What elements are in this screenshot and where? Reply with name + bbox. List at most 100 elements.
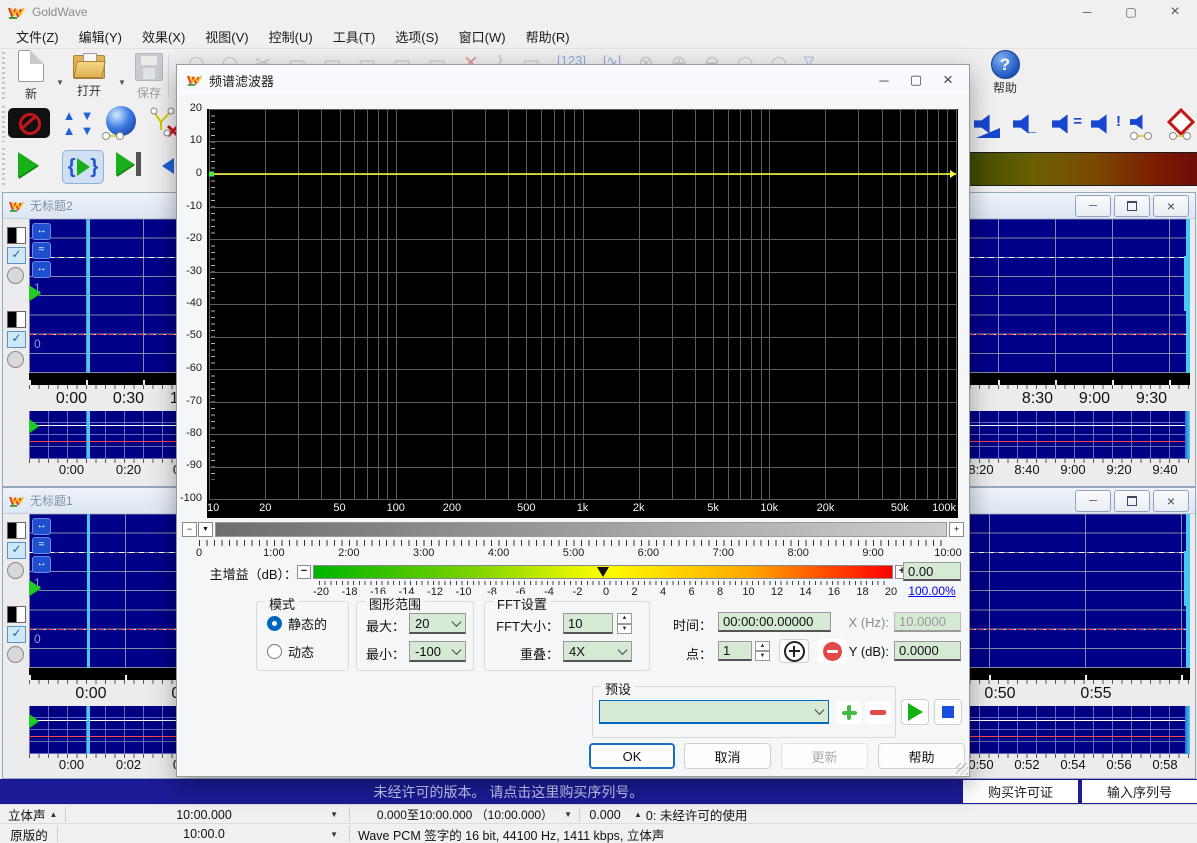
sphere-effect-button[interactable] xyxy=(106,106,136,136)
scrollbar-dropdown-button[interactable]: ▼ xyxy=(198,522,213,537)
play-button[interactable] xyxy=(18,152,38,178)
dialog-help-button[interactable]: 帮助 xyxy=(878,743,965,769)
contrast-icon[interactable] xyxy=(7,311,26,328)
speaker-corner-button[interactable]: ∟ xyxy=(1013,112,1041,138)
channel1-radio[interactable] xyxy=(7,267,24,284)
status-channel[interactable]: 立体声▲ xyxy=(0,805,66,824)
contrast-icon[interactable] xyxy=(7,606,26,623)
playback-marker-icon[interactable] xyxy=(29,285,41,301)
selection-handles[interactable]: ↔ ≈ ↔ xyxy=(32,518,51,573)
filter-plot-area[interactable] xyxy=(209,109,956,499)
fft-size-spinner[interactable]: ▲▼ xyxy=(617,613,632,634)
channel0-checkbox[interactable]: ✓ xyxy=(7,626,26,643)
hstretch-handle-icon[interactable]: ↔ xyxy=(32,518,51,535)
scrollbar-thumb[interactable] xyxy=(215,522,947,537)
enter-serial-button[interactable]: 输入序列号 xyxy=(1082,780,1197,803)
help-button[interactable]: ? 帮助 xyxy=(982,50,1028,102)
gain-value-field[interactable]: 0.00 xyxy=(903,562,961,581)
preset-combobox[interactable] xyxy=(599,700,829,724)
hstretch-handle-icon[interactable]: ↔ xyxy=(32,261,51,278)
adjust-updown-button[interactable]: ▲▼▲▼ xyxy=(58,108,98,138)
rewind-button[interactable] xyxy=(162,158,174,174)
menu-item[interactable]: 编辑(Y) xyxy=(69,24,132,49)
window-close-button[interactable]: × xyxy=(1153,490,1189,512)
hstretch-handle-icon[interactable]: ↔ xyxy=(32,223,51,240)
y-db-field[interactable]: 0.0000 xyxy=(894,641,961,661)
open-dropdown-icon[interactable]: ▼ xyxy=(118,78,126,87)
wave-handle-icon[interactable]: ≈ xyxy=(32,537,51,554)
speaker-exclaim-button[interactable]: ! xyxy=(1091,112,1119,138)
gain-slider-thumb-icon[interactable] xyxy=(597,567,609,577)
dialog-maximize-button[interactable]: ▢ xyxy=(901,69,931,91)
window-minimize-button[interactable]: ─ xyxy=(1075,490,1111,512)
preview-stop-button[interactable] xyxy=(934,699,962,725)
prohibit-button[interactable] xyxy=(8,108,50,138)
fft-overlap-combobox[interactable]: 4X xyxy=(563,641,632,662)
dialog-close-button[interactable]: × xyxy=(933,69,963,91)
menu-item[interactable]: 帮助(R) xyxy=(516,24,580,49)
channel0-checkbox[interactable]: ✓ xyxy=(7,331,26,348)
status-position[interactable]: 0.000 xyxy=(580,805,630,824)
selection-handles[interactable]: ↔ ≈ ↔ xyxy=(32,223,51,278)
new-dropdown-icon[interactable]: ▼ xyxy=(56,78,64,87)
wave-handle-icon[interactable]: ≈ xyxy=(32,242,51,259)
menu-item[interactable]: 窗口(W) xyxy=(449,24,516,49)
channel1-checkbox[interactable]: ✓ xyxy=(7,247,26,264)
playback-marker-icon[interactable] xyxy=(29,580,41,596)
channel1-checkbox[interactable]: ✓ xyxy=(7,542,26,559)
gain-minus-button[interactable]: − xyxy=(297,565,311,579)
selection-start-marker[interactable] xyxy=(87,219,90,373)
gain-percent-link[interactable]: 100.00% xyxy=(903,584,961,598)
menu-item[interactable]: 工具(T) xyxy=(323,24,386,49)
fft-size-field[interactable]: 10 xyxy=(563,613,613,634)
gain-slider[interactable] xyxy=(313,565,893,579)
preview-play-button[interactable] xyxy=(901,699,929,725)
menu-item[interactable]: 视图(V) xyxy=(195,24,258,49)
app-maximize-button[interactable]: ▢ xyxy=(1109,0,1153,24)
zoom-in-button[interactable]: + xyxy=(949,522,964,537)
buy-license-button[interactable]: 购买许可证 xyxy=(963,780,1078,803)
status-length[interactable]: 10:00.000 ▼ xyxy=(58,805,350,824)
open-button[interactable]: 打开 xyxy=(66,50,112,104)
menu-item[interactable]: 控制(U) xyxy=(259,24,323,49)
contrast-icon[interactable] xyxy=(7,227,26,244)
filter-graph[interactable]: 1020501002005001k2k5k10k20k50k100k xyxy=(207,109,958,518)
dropdown-icon[interactable]: ▼ xyxy=(564,810,572,819)
time-field[interactable]: 00:00:00.00000 xyxy=(718,612,831,632)
contrast-icon[interactable] xyxy=(7,522,26,539)
range-max-combobox[interactable]: 20 xyxy=(409,613,466,634)
range-min-combobox[interactable]: -100 xyxy=(409,641,466,662)
status-length2[interactable]: 10:00.0 ▼ xyxy=(58,824,350,843)
menu-item[interactable]: 效果(X) xyxy=(132,24,195,49)
dropdown-icon[interactable]: ▼ xyxy=(330,810,338,819)
menu-item[interactable]: 文件(Z) xyxy=(6,24,69,49)
window-minimize-button[interactable]: ─ xyxy=(1075,195,1111,217)
pan-shape-button[interactable] xyxy=(1169,112,1197,138)
filter-response-curve[interactable] xyxy=(209,109,956,499)
new-button[interactable]: 新 xyxy=(8,50,54,104)
speaker-ramp-button[interactable] xyxy=(974,112,1002,138)
add-point-button[interactable] xyxy=(779,639,809,663)
hstretch-handle-icon[interactable]: ↔ xyxy=(32,556,51,573)
license-banner-text[interactable]: 未经许可的版本。 请点击这里购买序列号。 xyxy=(240,782,777,802)
window-restore-button[interactable] xyxy=(1114,490,1150,512)
preset-delete-button[interactable] xyxy=(865,701,891,724)
zoom-out-button[interactable]: − xyxy=(182,522,197,537)
point-field[interactable]: 1 xyxy=(718,641,752,661)
status-selection[interactable]: 0.000至10:00.000 （10:00.000） ▼ xyxy=(350,805,580,824)
channel1-radio[interactable] xyxy=(7,562,24,579)
channel0-radio[interactable] xyxy=(7,351,24,368)
app-minimize-button[interactable]: ─ xyxy=(1065,0,1109,24)
dialog-minimize-button[interactable]: ─ xyxy=(869,69,899,91)
point-spinner[interactable]: ▲▼ xyxy=(755,641,770,661)
save-button[interactable]: 保存 xyxy=(126,50,172,104)
play-to-end-button[interactable] xyxy=(116,152,141,176)
mode-dynamic-radio[interactable]: 动态 xyxy=(267,642,314,661)
menu-item[interactable]: 选项(S) xyxy=(385,24,448,49)
speaker-shape-button[interactable] xyxy=(1130,112,1158,138)
mode-static-radio[interactable]: 静态的 xyxy=(267,614,327,633)
selection-start-marker[interactable] xyxy=(87,514,90,668)
window-restore-button[interactable] xyxy=(1114,195,1150,217)
ok-button[interactable]: OK xyxy=(589,743,675,769)
resize-grip[interactable] xyxy=(956,763,968,775)
